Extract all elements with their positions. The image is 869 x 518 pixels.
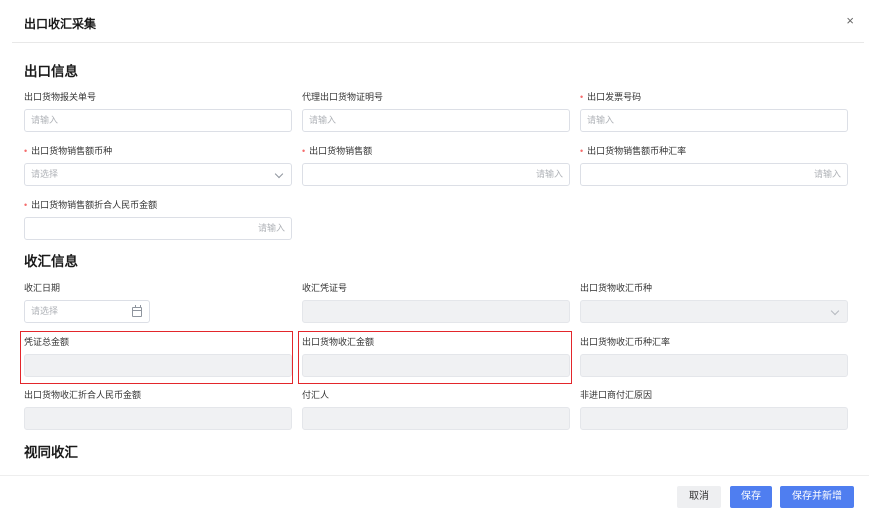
- required-mark: •: [24, 200, 28, 210]
- save-button[interactable]: 保存: [730, 486, 772, 508]
- select-placeholder: 请选择: [31, 169, 59, 179]
- section-title-deemed-collection: 视同收汇: [24, 445, 78, 460]
- field-label: • 出口货物销售额币种汇率: [580, 146, 687, 156]
- field-label: 出口货物收汇折合人民币金额: [24, 390, 142, 400]
- field-sales-rmb-amount: • 出口货物销售额折合人民币金额 请输入: [24, 199, 292, 240]
- chevron-down-icon: [274, 169, 284, 179]
- section-title-collection-info: 收汇信息: [24, 254, 78, 269]
- field-label: 收汇日期: [24, 283, 61, 293]
- field-collection-exchange-rate: 出口货物收汇币种汇率: [580, 336, 848, 377]
- field-sales-currency: • 出口货物销售额币种 请选择: [24, 145, 292, 186]
- field-sales-exchange-rate: • 出口货物销售额币种汇率 请输入: [580, 145, 848, 186]
- cancel-button[interactable]: 取消: [677, 486, 721, 508]
- customs-declaration-no-input[interactable]: 请输入: [24, 109, 292, 132]
- collection-currency-select: [580, 300, 848, 323]
- field-label: 出口货物收汇币种: [580, 283, 653, 293]
- field-collection-date: 收汇日期 请选择: [24, 282, 292, 323]
- collection-voucher-no-input: [302, 300, 570, 323]
- field-collection-voucher-no: 收汇凭证号: [302, 282, 570, 323]
- dialog-body: 出口信息 出口货物报关单号 请输入 代理出口货物证明号 请输入 • 出口发票号码 …: [0, 44, 869, 475]
- field-payer: 付汇人: [302, 389, 570, 430]
- field-label: • 出口发票号码: [580, 92, 642, 102]
- collection-date-picker[interactable]: 请选择: [24, 300, 150, 323]
- date-placeholder: 请选择: [31, 306, 59, 316]
- dialog-footer: 取消 保存 保存并新增: [0, 475, 869, 518]
- field-collection-rmb-amount: 出口货物收汇折合人民币金额: [24, 389, 292, 430]
- dialog-title: 出口收汇采集: [24, 17, 97, 31]
- export-invoice-no-input[interactable]: 请输入: [580, 109, 848, 132]
- export-collection-dialog: 出口收汇采集 × 出口信息 出口货物报关单号 请输入 代理出口货物证明号 请输入…: [0, 0, 869, 518]
- non-importer-reason-input: [580, 407, 848, 430]
- field-export-invoice-no: • 出口发票号码 请输入: [580, 91, 848, 132]
- field-non-importer-reason: 非进口商付汇原因: [580, 389, 848, 430]
- field-label: 出口货物收汇币种汇率: [580, 337, 671, 347]
- field-collection-currency: 出口货物收汇币种: [580, 282, 848, 323]
- field-label: 代理出口货物证明号: [302, 92, 384, 102]
- agent-export-cert-no-input[interactable]: 请输入: [302, 109, 570, 132]
- field-customs-declaration-no: 出口货物报关单号 请输入: [24, 91, 292, 132]
- field-label: • 出口货物销售额币种: [24, 146, 113, 156]
- sales-currency-select[interactable]: 请选择: [24, 163, 292, 186]
- dialog-header: 出口收汇采集 ×: [12, 0, 864, 43]
- highlight-box-collection-amount: [298, 331, 572, 384]
- required-mark: •: [580, 146, 584, 156]
- save-and-new-button[interactable]: 保存并新增: [780, 486, 854, 508]
- required-mark: •: [302, 146, 306, 156]
- calendar-icon: [132, 305, 142, 317]
- section-title-export-info: 出口信息: [24, 64, 78, 79]
- field-agent-export-cert-no: 代理出口货物证明号 请输入: [302, 91, 570, 132]
- field-label: • 出口货物销售额折合人民币金额: [24, 200, 158, 210]
- field-label: • 出口货物销售额: [302, 146, 373, 156]
- field-label: 非进口商付汇原因: [580, 390, 653, 400]
- close-icon[interactable]: ×: [846, 14, 854, 28]
- field-sales-amount: • 出口货物销售额 请输入: [302, 145, 570, 186]
- highlight-box-voucher-total: [20, 331, 293, 384]
- collection-exchange-rate-input: [580, 354, 848, 377]
- collection-rmb-amount-input: [24, 407, 292, 430]
- sales-exchange-rate-input[interactable]: 请输入: [580, 163, 848, 186]
- chevron-down-icon: [830, 306, 840, 316]
- sales-rmb-amount-input[interactable]: 请输入: [24, 217, 292, 240]
- required-mark: •: [580, 92, 584, 102]
- field-label: 收汇凭证号: [302, 283, 348, 293]
- required-mark: •: [24, 146, 28, 156]
- field-label: 出口货物报关单号: [24, 92, 97, 102]
- field-label: 付汇人: [302, 390, 330, 400]
- sales-amount-input[interactable]: 请输入: [302, 163, 570, 186]
- payer-input: [302, 407, 570, 430]
